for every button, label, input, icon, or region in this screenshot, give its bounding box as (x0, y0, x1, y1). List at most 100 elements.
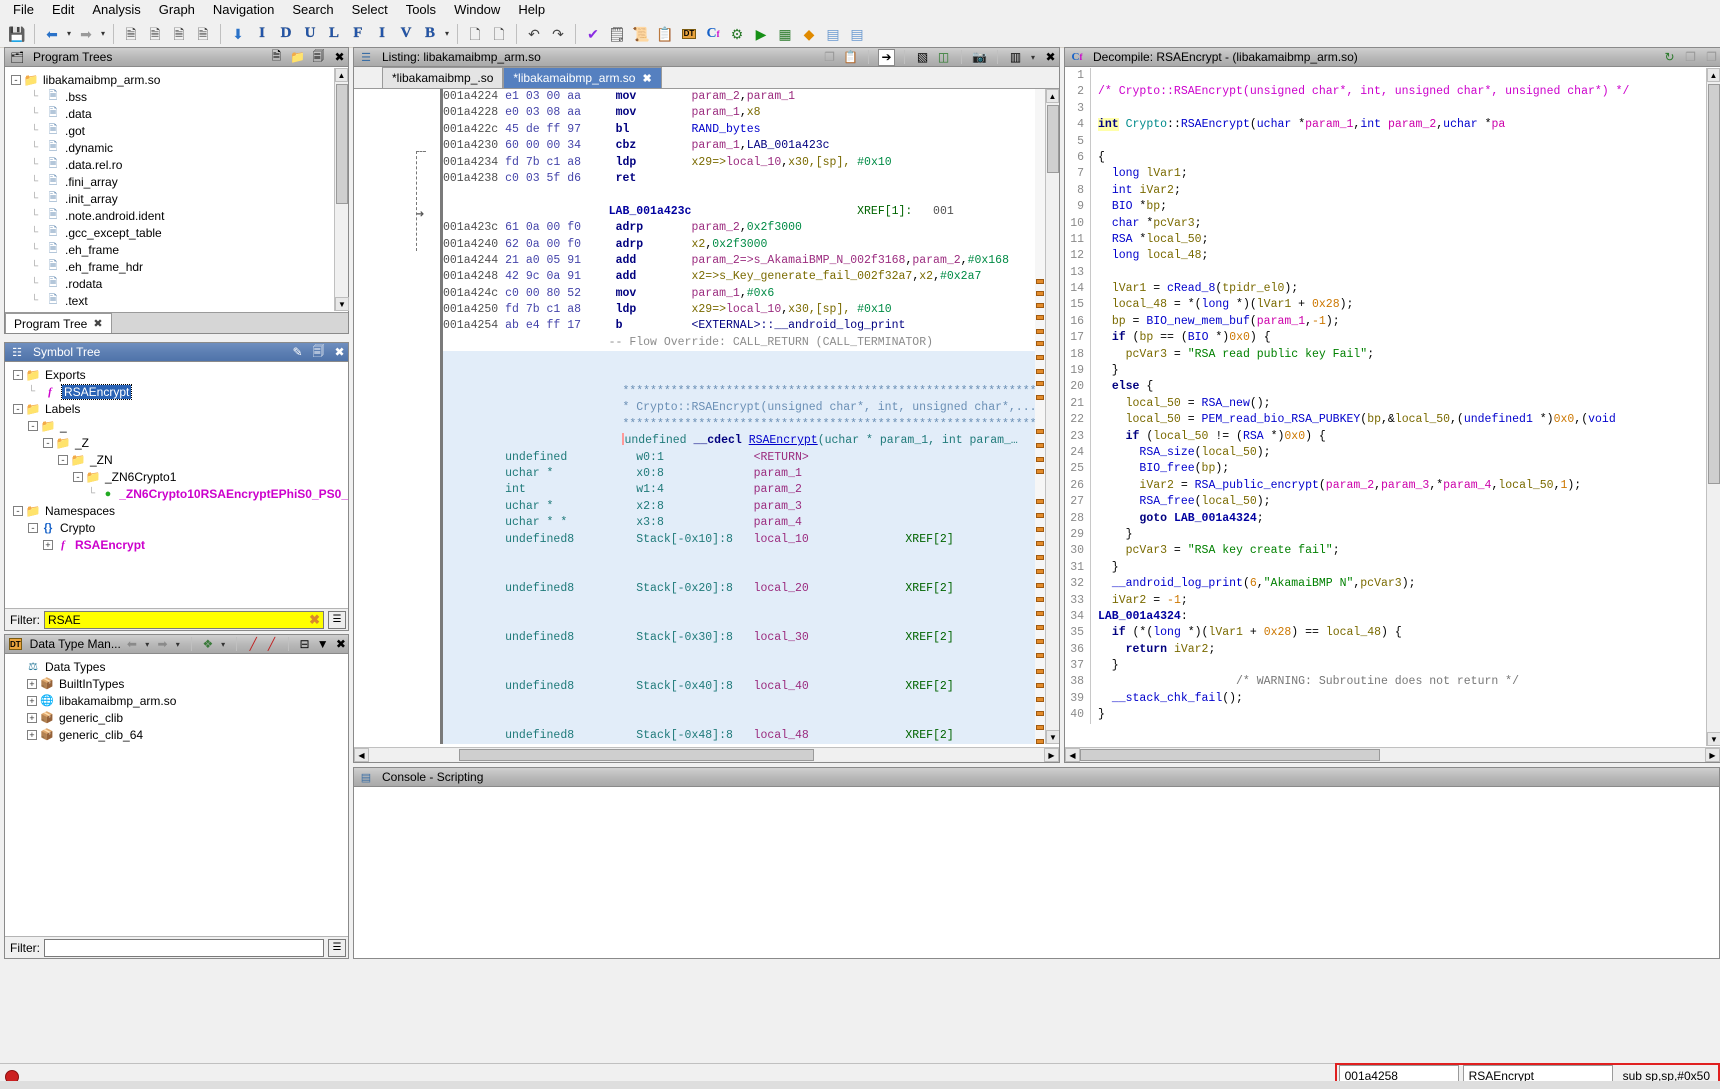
goto-next-icon[interactable]: ⬇ (227, 23, 249, 45)
redo-icon[interactable]: ↷ (547, 23, 569, 45)
copy-icon[interactable]: ❐ (821, 49, 838, 66)
dec-hscroll-left-arrow[interactable]: ◀ (1065, 748, 1080, 762)
bookmark-tick[interactable] (1036, 639, 1044, 644)
bookmark-tick[interactable] (1036, 303, 1044, 308)
menu-select[interactable]: Select (343, 0, 397, 20)
decompile-line[interactable]: 16 bp = BIO_new_mem_buf(param_1,-1); (1065, 313, 1706, 331)
expander-icon[interactable]: - (73, 471, 83, 483)
diamond-icon[interactable]: ◆ (798, 23, 820, 45)
listing-row[interactable]: uchar * x2:8 param_3 (443, 498, 1045, 516)
run-icon[interactable]: ▶ (750, 23, 772, 45)
decompile-vscrollbar[interactable]: ▲ ▼ (1706, 68, 1720, 746)
decompile-line[interactable]: 39 __stack_chk_fail(); (1065, 690, 1706, 708)
close-icon[interactable]: ✖ (1042, 49, 1059, 66)
menu-graph[interactable]: Graph (150, 0, 204, 20)
menu-help[interactable]: Help (509, 0, 554, 20)
listing-row[interactable] (443, 351, 1045, 368)
bookmark-tick[interactable] (1036, 341, 1044, 346)
dec-hscroll-track[interactable] (1080, 748, 1705, 762)
listing-scroll-thumb[interactable] (1047, 105, 1059, 173)
tree-node-section[interactable]: └ 🗎 .text (9, 292, 334, 309)
decompile-line[interactable]: 35 if (*(long *)(lVar1 + 0x28) == local_… (1065, 625, 1706, 642)
listing-row[interactable] (443, 662, 1045, 680)
copy-icon[interactable]: ❐ (1682, 49, 1699, 66)
undo-icon[interactable]: ↶ (523, 23, 545, 45)
instruction-icon[interactable]: I (251, 23, 273, 45)
expander-icon[interactable]: - (43, 437, 53, 449)
forward-dropdown-icon[interactable]: ▾ (98, 24, 108, 44)
check-icon[interactable]: ✔ (582, 23, 604, 45)
bookmark-tick[interactable] (1036, 279, 1044, 284)
bookmark-tick[interactable] (1036, 469, 1044, 474)
decompile-line[interactable]: 29 } (1065, 526, 1706, 544)
listing-scroll-down-arrow[interactable]: ▼ (1046, 730, 1059, 744)
tree-node-section[interactable]: └ 🗎 .data (9, 105, 334, 122)
decompile-line[interactable]: 31 } (1065, 559, 1706, 577)
menu-file[interactable]: File (4, 0, 43, 20)
decompile-line[interactable]: 26 iVar2 = RSA_public_encrypt(param_2,pa… (1065, 477, 1706, 495)
save-icon[interactable]: 💾 (6, 23, 28, 45)
listing-row[interactable]: undefined8 Stack[-0x10]:8 local_10 XREF[… (443, 531, 1045, 548)
dtm-filter-options-icon[interactable]: ☰ (328, 938, 346, 957)
decompile-body[interactable]: 1 2 /* Crypto::RSAEncrypt(unsigned char*… (1065, 68, 1720, 746)
decompile-line[interactable]: 20 else { (1065, 379, 1706, 396)
bookmark-tick[interactable] (1036, 597, 1044, 602)
bookmark-tick[interactable] (1036, 329, 1044, 334)
collapse-all-icon[interactable]: ⊟ (297, 636, 311, 653)
listing-scroll-up-arrow[interactable]: ▲ (1046, 89, 1059, 103)
listing-row[interactable]: 001a4230 60 00 00 34 cbz param_1,LAB_001… (443, 138, 1045, 154)
listing-row[interactable]: LAB_001a423c XREF[1]: 001 (443, 204, 1045, 220)
scroll-up-arrow[interactable]: ▲ (335, 68, 348, 82)
bookmark-tick[interactable] (1036, 669, 1044, 674)
listing-row[interactable] (443, 646, 1045, 663)
decompile-line[interactable]: 10 char *pcVar3; (1065, 215, 1706, 232)
data-type-node[interactable]: + 📦 generic_clib_64 (9, 726, 348, 743)
diff-icon[interactable]: ◫ (935, 49, 952, 66)
listing-row[interactable]: 001a423c 61 0a 00 f0 adrp param_2,0x2f30… (443, 220, 1045, 236)
expander-icon[interactable]: - (28, 420, 38, 432)
bookmark-tick[interactable] (1036, 725, 1044, 730)
listing-row[interactable]: undefined8 Stack[-0x40]:8 local_40 XREF[… (443, 679, 1045, 696)
not-data-icon[interactable]: V (395, 23, 417, 45)
bookmark-tick[interactable] (1036, 443, 1044, 448)
bookmark-tick[interactable] (1036, 683, 1044, 688)
tree-node-section[interactable]: └ 🗎 .fini_array (9, 173, 334, 190)
symbol-tree-node[interactable]: - 📁 _ (9, 417, 348, 434)
decompile-line[interactable]: 1 (1065, 68, 1706, 85)
bookmark-tick[interactable] (1036, 315, 1044, 320)
bookmark-tick[interactable] (1036, 541, 1044, 546)
open-folder-icon[interactable]: 📁 (289, 49, 306, 66)
listing-row[interactable] (443, 711, 1045, 729)
close-icon[interactable]: ✖ (331, 49, 348, 66)
bookmark-tick[interactable] (1036, 625, 1044, 630)
decompile-line[interactable]: 13 (1065, 264, 1706, 282)
expander-icon[interactable]: + (27, 695, 37, 707)
bookmark-tick[interactable] (1036, 527, 1044, 532)
data-type-node[interactable]: + 🌐 libakamaibmp_arm.so (9, 692, 348, 709)
bookmark-tick[interactable] (1036, 369, 1044, 374)
decompile-line[interactable]: 23 if (local_50 != (RSA *)0x0) { (1065, 428, 1706, 445)
tab-close-icon[interactable]: ✖ (93, 317, 102, 330)
dec-scroll-down-arrow[interactable]: ▼ (1707, 732, 1720, 746)
tree-node-section[interactable]: └ 🗎 .bss (9, 88, 334, 105)
decompile-line[interactable]: 5 (1065, 133, 1706, 150)
clear-filter-icon[interactable]: ✖ (309, 612, 320, 628)
decompile-line[interactable]: 25 BIO_free(bp); (1065, 461, 1706, 478)
listing-row[interactable] (443, 695, 1045, 712)
menu-edit[interactable]: Edit (43, 0, 83, 20)
snapshot-3-icon[interactable]: 🗎 (168, 23, 190, 45)
decompile-line[interactable]: 22 local_50 = PEM_read_bio_RSA_PUBKEY(bp… (1065, 412, 1706, 429)
new-type-icon[interactable]: ❖ (201, 636, 215, 653)
listing-row[interactable] (443, 564, 1045, 581)
toggle-header-icon[interactable]: ▧ (914, 49, 931, 66)
select-backward-icon[interactable]: 🗋 (488, 23, 510, 45)
decompiler-icon[interactable]: Cf (702, 23, 724, 45)
expander-icon[interactable]: - (13, 403, 23, 415)
listing-row[interactable]: 001a4238 c0 03 5f d6 ret (443, 171, 1045, 187)
listing-row[interactable]: 001a4250 fd 7b c1 a8 ldp x29=>local_10,x… (443, 302, 1045, 318)
expander-icon[interactable]: + (27, 678, 37, 690)
close-icon[interactable]: ✖ (334, 636, 348, 653)
menu-analysis[interactable]: Analysis (83, 0, 149, 20)
scroll-thumb[interactable] (336, 84, 348, 204)
decompile-line[interactable]: 36 return iVar2; (1065, 641, 1706, 659)
